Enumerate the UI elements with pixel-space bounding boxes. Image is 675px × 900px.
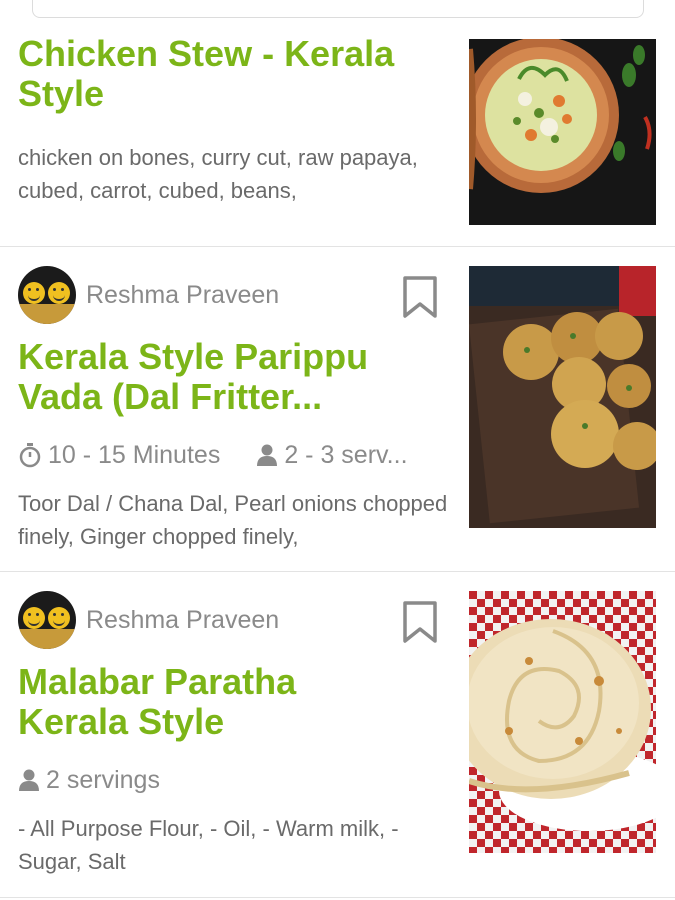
recipe-thumbnail[interactable] <box>469 39 656 225</box>
recipe-card-parippu-vada[interactable]: Reshma Praveen Kerala Style Parippu Vada… <box>0 247 675 572</box>
recipe-title[interactable]: Kerala Style Parippu Vada (Dal Fritter..… <box>18 337 458 417</box>
recipe-ingredients: Toor Dal / Chana Dal, Pearl onions chopp… <box>18 491 448 549</box>
recipe-title-line: Kerala Style <box>18 701 225 742</box>
recipe-title-line: Malabar Paratha <box>18 661 297 702</box>
bookmark-icon[interactable] <box>402 276 438 318</box>
recipe-title-line: Vada (Dal Fritter... <box>18 376 323 417</box>
recipe-title-line: Kerala Style Parippu <box>18 336 369 377</box>
person-icon <box>257 444 278 466</box>
recipe-meta: 10 - 15 Minutes 2 - 3 serv... <box>18 437 458 473</box>
author-name[interactable]: Reshma Praveen <box>86 281 279 310</box>
recipe-title[interactable]: Chicken Stew - Kerala Style <box>18 34 458 114</box>
recipe-meta: 2 servings <box>18 762 458 798</box>
recipe-ingredients: - All Purpose Flour, - Oil, - Warm milk,… <box>18 816 399 874</box>
recipe-card-malabar-paratha[interactable]: Reshma Praveen Malabar Paratha Kerala St… <box>0 572 675 898</box>
servings: 2 - 3 serv... <box>284 440 408 469</box>
recipe-ingredients: chicken on bones, curry cut, raw papaya,… <box>18 145 418 203</box>
author-avatar[interactable] <box>18 266 76 324</box>
servings: 2 servings <box>46 765 160 794</box>
author-row[interactable]: Reshma Praveen <box>18 591 279 649</box>
bookmark-icon[interactable] <box>402 601 438 643</box>
recipe-title[interactable]: Malabar Paratha Kerala Style <box>18 662 458 742</box>
recipe-card-chicken-stew[interactable]: Chicken Stew - Kerala Style chicken on b… <box>0 0 675 247</box>
recipe-thumbnail[interactable] <box>469 266 656 528</box>
recipe-thumbnail[interactable] <box>469 591 656 853</box>
author-row[interactable]: Reshma Praveen <box>18 266 279 324</box>
author-name[interactable]: Reshma Praveen <box>86 606 279 635</box>
person-icon <box>19 769 39 791</box>
timer-icon <box>19 443 41 468</box>
cook-time: 10 - 15 Minutes <box>48 440 221 469</box>
author-avatar[interactable] <box>18 591 76 649</box>
